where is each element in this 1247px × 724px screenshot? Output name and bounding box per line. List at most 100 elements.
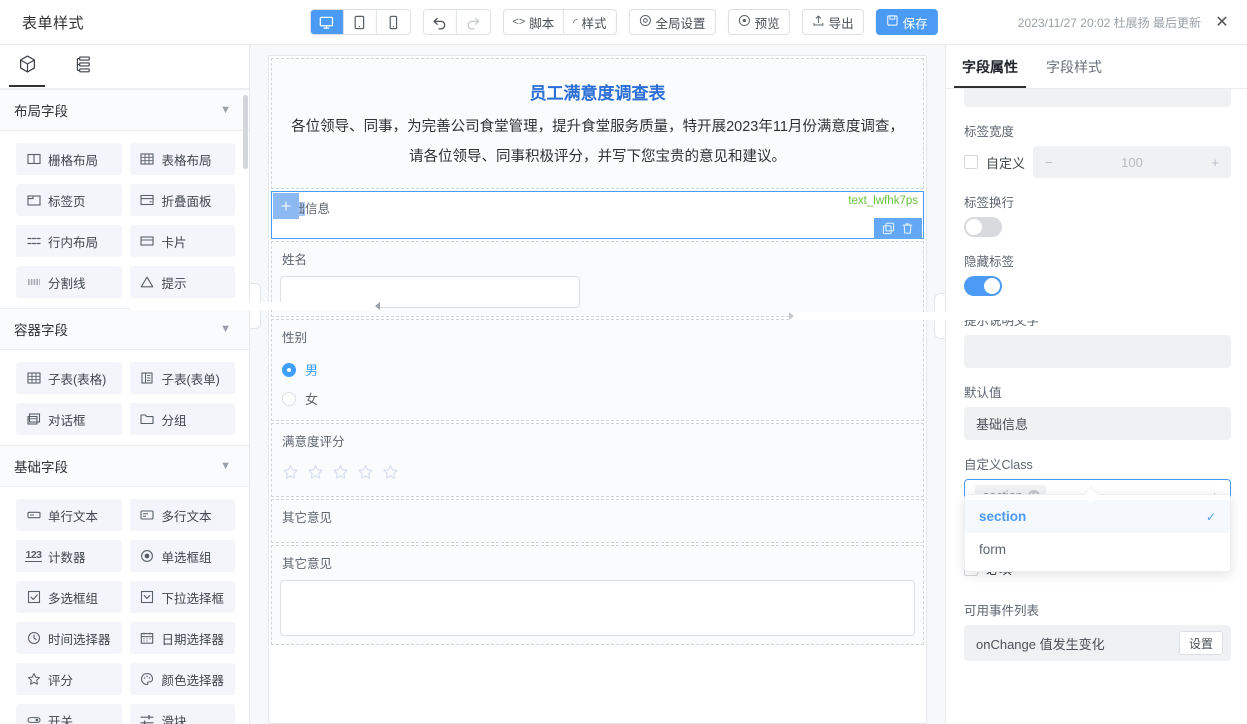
device-desktop-button[interactable]: [310, 10, 343, 34]
canvas-field-block[interactable]: 其它意见: [271, 499, 924, 543]
field-item-label: 颜色选择器: [162, 670, 225, 689]
top-input-section: [964, 89, 1231, 107]
style-label: 样式: [582, 13, 607, 32]
field-item[interactable]: 单行文本: [16, 499, 122, 531]
top-input[interactable]: [964, 89, 1231, 107]
event-name: onChange 值发生变化: [976, 634, 1105, 653]
tab-field-style[interactable]: 字段样式: [1046, 45, 1102, 88]
left-sidebar-scroll[interactable]: 布局字段 ▼ 栅格布局 表格布局 标签页 折叠面板 行内布局 卡片 分割线 提示…: [0, 89, 249, 724]
star-icon[interactable]: [282, 464, 299, 486]
custom-class-dropdown[interactable]: section ✓ form: [964, 494, 1231, 572]
comments-textarea[interactable]: [280, 580, 915, 636]
collapse-right-icon[interactable]: [934, 293, 945, 339]
save-button[interactable]: 保存: [876, 9, 938, 35]
field-item[interactable]: 下拉选择框: [130, 581, 236, 613]
stepper-value[interactable]: 100: [1121, 155, 1143, 170]
field-item[interactable]: 栅格布局: [16, 143, 122, 175]
canvas-title-block[interactable]: 员工满意度调查表 各位领导、同事，为完善公司食堂管理，提升食堂服务质量，特开展2…: [271, 58, 924, 189]
event-settings-button[interactable]: 设置: [1179, 631, 1223, 655]
device-tablet-button[interactable]: [343, 10, 376, 34]
tab-field-properties[interactable]: 字段属性: [962, 45, 1018, 88]
star-icon[interactable]: [332, 464, 349, 486]
dropdown-option-form[interactable]: form: [965, 533, 1230, 566]
label-wrap-toggle[interactable]: [964, 217, 1002, 237]
field-item[interactable]: 时间选择器: [16, 622, 122, 654]
collapse-left-icon[interactable]: [250, 283, 261, 329]
close-icon[interactable]: ✕: [1211, 11, 1233, 33]
number-123-icon: 123: [26, 549, 41, 564]
copy-icon[interactable]: [882, 222, 895, 235]
field-item[interactable]: 折叠面板: [130, 184, 236, 216]
field-item[interactable]: 行内布局: [16, 225, 122, 257]
sidebar-tab-components[interactable]: [12, 47, 42, 87]
field-item[interactable]: 表格布局: [130, 143, 236, 175]
field-item[interactable]: 分组: [130, 403, 236, 435]
field-item[interactable]: 单选框组: [130, 540, 236, 572]
sidebar-tab-outline[interactable]: [68, 47, 98, 87]
dropdown-option-section[interactable]: section ✓: [965, 500, 1230, 533]
field-item[interactable]: 日期选择器: [130, 622, 236, 654]
drag-handle-icon[interactable]: [273, 193, 299, 219]
tip-text-input[interactable]: [964, 335, 1231, 368]
field-item[interactable]: 颜色选择器: [130, 663, 236, 695]
rate-control[interactable]: [280, 458, 915, 488]
field-item[interactable]: 123计数器: [16, 540, 122, 572]
script-button[interactable]: <> 脚本: [502, 9, 563, 35]
device-mobile-button[interactable]: [376, 10, 409, 34]
radio-icon[interactable]: [282, 363, 296, 377]
radio-option[interactable]: 男: [280, 354, 915, 383]
label-width-stepper[interactable]: − 100 +: [1033, 146, 1231, 178]
radio-icon[interactable]: [282, 392, 296, 406]
preview-button[interactable]: 预览: [728, 9, 790, 35]
field-item[interactable]: 子表(表格): [16, 362, 122, 394]
field-item[interactable]: 提示: [130, 266, 236, 298]
field-item-label: 分割线: [48, 273, 86, 292]
field-item[interactable]: 分割线: [16, 266, 122, 298]
trash-icon[interactable]: [901, 222, 914, 235]
field-item[interactable]: 评分: [16, 663, 122, 695]
export-button[interactable]: 导出: [802, 9, 864, 35]
field-item-label: 行内布局: [48, 232, 98, 251]
field-item[interactable]: 滑块: [130, 704, 236, 724]
canvas-field-block[interactable]: 其它意见: [271, 545, 924, 645]
field-item[interactable]: 多选框组: [16, 581, 122, 613]
right-panel-body[interactable]: 标签宽度 自定义 − 100 + 标签换行: [946, 89, 1247, 724]
device-toggle-group[interactable]: [309, 9, 410, 35]
card-icon: [140, 234, 155, 249]
selected-field-block[interactable]: 基础信息 text_lwfhk7ps: [271, 191, 924, 239]
group-header-layout[interactable]: 布局字段 ▼: [0, 89, 249, 131]
undo-button[interactable]: [423, 10, 456, 34]
star-icon[interactable]: [357, 464, 374, 486]
label-width-custom-checkbox[interactable]: [964, 155, 978, 169]
history-button-group[interactable]: [422, 9, 490, 35]
radio-label: 男: [305, 360, 318, 379]
field-item[interactable]: 开关: [16, 704, 122, 724]
field-item[interactable]: 多行文本: [130, 499, 236, 531]
field-item[interactable]: 标签页: [16, 184, 122, 216]
star-icon[interactable]: [307, 464, 324, 486]
stepper-minus[interactable]: −: [1045, 155, 1053, 170]
left-sidebar-scrollbar[interactable]: [243, 95, 248, 169]
hide-label-toggle[interactable]: [964, 276, 1002, 296]
canvas-field-block[interactable]: 性别 男 女: [271, 319, 924, 421]
group-header-basic[interactable]: 基础字段 ▼: [0, 445, 249, 487]
canvas-field-block[interactable]: 满意度评分: [271, 423, 924, 497]
radio-option[interactable]: 女: [280, 383, 915, 412]
group-header-container[interactable]: 容器字段 ▼: [0, 308, 249, 350]
app-header: 表单样式: [0, 0, 1247, 45]
dropdown-option-label: form: [979, 542, 1006, 557]
style-button[interactable]: ◜ 样式: [563, 9, 616, 35]
selected-text-rest: 信息: [305, 202, 330, 216]
field-item[interactable]: 卡片: [130, 225, 236, 257]
stepper-plus[interactable]: +: [1211, 155, 1219, 170]
default-value-input[interactable]: 基础信息: [964, 407, 1231, 440]
selected-field-text: 基础信息: [280, 198, 915, 217]
redo-button[interactable]: [456, 10, 489, 34]
field-label: 满意度评分: [280, 430, 915, 458]
field-item[interactable]: 对话框: [16, 403, 122, 435]
global-settings-button[interactable]: 全局设置: [629, 9, 716, 35]
field-label: 其它意见: [280, 506, 915, 534]
star-icon[interactable]: [382, 464, 399, 486]
form-canvas[interactable]: 员工满意度调查表 各位领导、同事，为完善公司食堂管理，提升食堂服务质量，特开展2…: [268, 55, 927, 724]
field-item[interactable]: 子表(表单): [130, 362, 236, 394]
